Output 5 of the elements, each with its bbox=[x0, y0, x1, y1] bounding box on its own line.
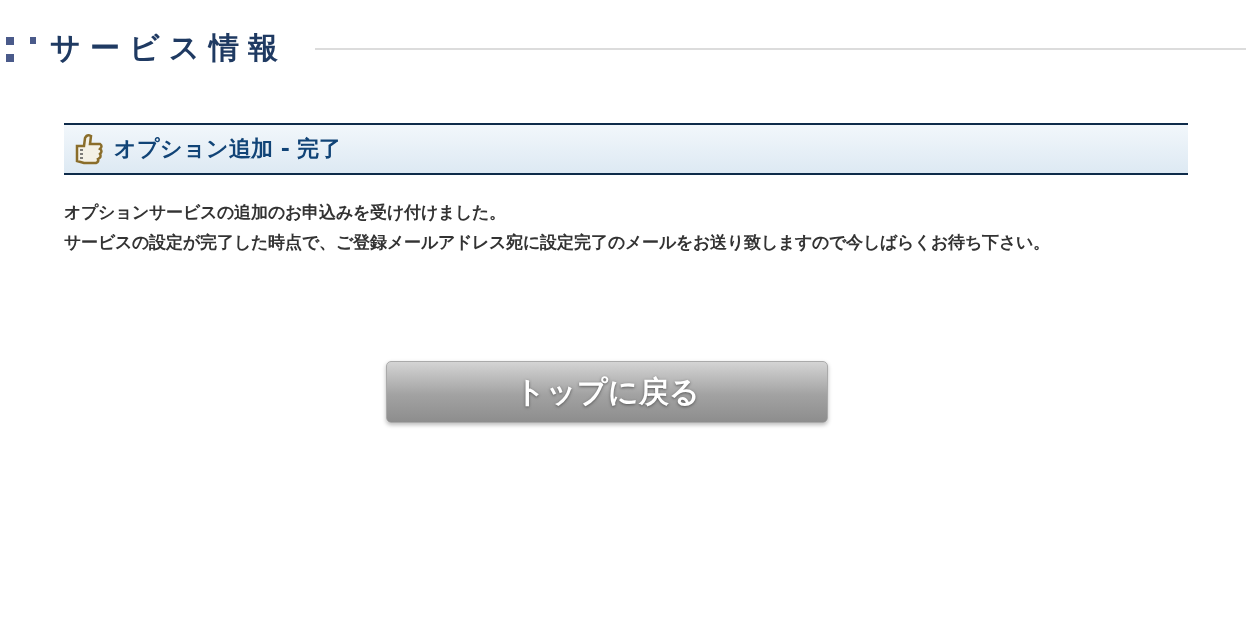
message-text: サービスの設定が完了した時点で、ご登録メールアドレス宛に設定完了のメールをお送り致しますので今しばらくお待ち下さい。 bbox=[64, 231, 1051, 254]
message-text: オプションサービスの追加のお申込みを受け付けました。 bbox=[64, 201, 507, 224]
back-to-top-button[interactable]: トップに戻る bbox=[386, 361, 828, 423]
page-title: サービス情報 bbox=[50, 29, 287, 67]
section-title: オプション追加 - 完了 bbox=[114, 135, 342, 163]
